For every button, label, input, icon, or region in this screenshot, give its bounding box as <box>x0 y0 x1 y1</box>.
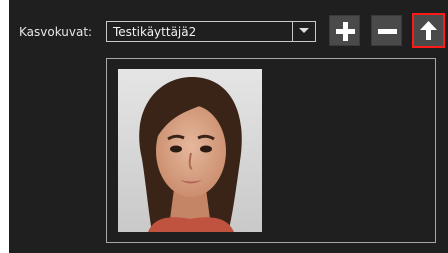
user-select-value: Testikäyttäjä2 <box>113 25 197 39</box>
chevron-down-icon[interactable] <box>292 22 315 41</box>
arrow-up-icon <box>420 21 437 40</box>
face-images-label: Kasvokuvat: <box>19 25 93 39</box>
face-photo <box>118 69 262 232</box>
plus-icon <box>336 22 355 41</box>
minus-icon <box>378 29 397 34</box>
upload-button[interactable] <box>412 13 445 48</box>
add-button[interactable] <box>329 15 360 46</box>
remove-button[interactable] <box>371 15 402 46</box>
user-select[interactable]: Testikäyttäjä2 <box>106 21 316 42</box>
